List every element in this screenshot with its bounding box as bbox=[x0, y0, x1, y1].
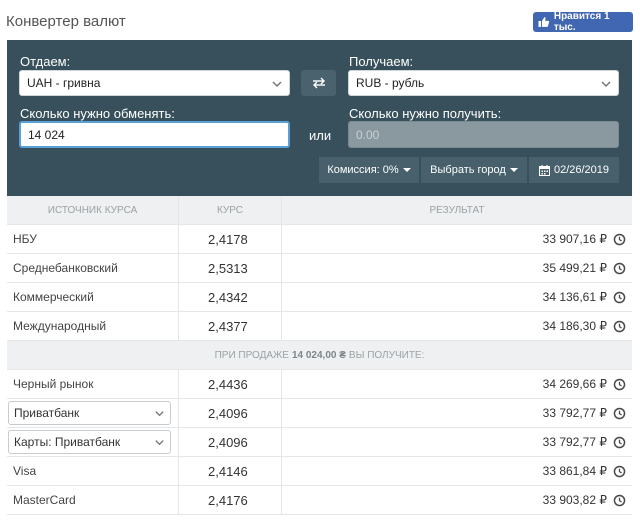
result-cell: 33 903,82 ₽ bbox=[281, 486, 632, 514]
amount-input[interactable]: 14 024 bbox=[19, 121, 290, 148]
give-currency-value: UAH - гривна bbox=[27, 76, 101, 90]
table-row: MasterCard 2,4176 33 903,82 ₽ bbox=[7, 486, 632, 515]
result-value: 33 903,82 ₽ bbox=[542, 493, 607, 507]
rate-cell: 2,4342 bbox=[178, 283, 281, 311]
result-cell: 34 136,61 ₽ bbox=[281, 283, 632, 311]
sell-suffix: ВЫ ПОЛУЧИТЕ: bbox=[348, 349, 425, 361]
receive-input[interactable]: 0.00 bbox=[348, 121, 619, 148]
table-row: Среднебанковский 2,5313 35 499,21 ₽ bbox=[7, 254, 632, 283]
source-cell: Коммерческий bbox=[13, 290, 94, 304]
chevron-down-icon bbox=[272, 81, 282, 88]
receive-label: Сколько нужно получить: bbox=[349, 106, 502, 121]
source-cell: Среднебанковский bbox=[13, 261, 118, 275]
header-source: ИСТОЧНИК КУРСА bbox=[47, 204, 138, 216]
rate-cell: 2,4096 bbox=[178, 428, 281, 456]
result-cell: 34 269,66 ₽ bbox=[281, 370, 632, 398]
table-row: Коммерческий 2,4342 34 136,61 ₽ bbox=[7, 283, 632, 312]
like-label: Нравится 1 тыс. bbox=[553, 11, 610, 33]
result-value: 35 499,21 ₽ bbox=[542, 261, 607, 275]
rate-cell: 2,4146 bbox=[178, 457, 281, 485]
source-cell: НБУ bbox=[13, 232, 37, 246]
header: Конвертер валют Нравится 1 тыс. bbox=[0, 0, 640, 40]
city-label: Выбрать город bbox=[430, 164, 506, 176]
clock-icon[interactable] bbox=[613, 262, 626, 275]
clock-icon[interactable] bbox=[613, 291, 626, 304]
table-row: Международный 2,4377 34 186,30 ₽ bbox=[7, 312, 632, 341]
bank-select-value: Карты: Приватбанк bbox=[14, 435, 121, 449]
source-cell: Черный рынок bbox=[13, 377, 94, 391]
table-row: Приватбанк 2,4096 33 792,77 ₽ bbox=[7, 399, 632, 428]
swap-icon bbox=[312, 77, 325, 89]
city-dropdown[interactable]: Выбрать город bbox=[421, 157, 527, 183]
date-picker[interactable]: 02/26/2019 bbox=[529, 157, 619, 183]
get-currency-value: RUB - рубль bbox=[356, 76, 425, 90]
result-value: 34 186,30 ₽ bbox=[542, 319, 607, 333]
clock-icon[interactable] bbox=[613, 465, 626, 478]
rate-cell: 2,4436 bbox=[178, 370, 281, 398]
date-label: 02/26/2019 bbox=[553, 164, 610, 176]
clock-icon[interactable] bbox=[613, 378, 626, 391]
rate-cell: 2,4176 bbox=[178, 486, 281, 514]
rate-cell: 2,4377 bbox=[178, 312, 281, 340]
bank-select[interactable]: Карты: Приватбанк bbox=[8, 430, 171, 454]
commission-dropdown[interactable]: Комиссия: 0% bbox=[319, 157, 419, 183]
result-value: 33 907,16 ₽ bbox=[542, 232, 607, 246]
caret-down-icon bbox=[402, 168, 411, 172]
result-value: 34 136,61 ₽ bbox=[542, 290, 607, 304]
chevron-down-icon bbox=[155, 411, 164, 417]
rate-cell: 2,5313 bbox=[178, 254, 281, 282]
result-cell: 34 186,30 ₽ bbox=[281, 312, 632, 340]
commission-label: Комиссия: 0% bbox=[327, 164, 399, 176]
bank-select[interactable]: Приватбанк bbox=[8, 401, 171, 425]
clock-icon[interactable] bbox=[613, 233, 626, 246]
facebook-like-button[interactable]: Нравится 1 тыс. bbox=[533, 11, 633, 33]
receive-placeholder: 0.00 bbox=[356, 127, 380, 142]
result-value: 33 792,77 ₽ bbox=[542, 435, 607, 449]
chevron-down-icon bbox=[155, 440, 164, 446]
header-result: РЕЗУЛЬТАТ bbox=[281, 196, 632, 224]
table-row: Карты: Приватбанк 2,4096 33 792,77 ₽ bbox=[7, 428, 632, 457]
thumbs-up-icon bbox=[538, 17, 550, 27]
table-row: НБУ 2,4178 33 907,16 ₽ bbox=[7, 225, 632, 254]
source-cell: Карты: Приватбанк bbox=[7, 428, 178, 456]
bank-select-value: Приватбанк bbox=[14, 406, 80, 420]
result-value: 34 269,66 ₽ bbox=[542, 377, 607, 391]
result-cell: 33 792,77 ₽ bbox=[281, 428, 632, 456]
swap-currencies-button[interactable] bbox=[301, 70, 336, 96]
give-currency-select[interactable]: UAH - гривна bbox=[19, 70, 290, 96]
rate-cell: 2,4096 bbox=[178, 399, 281, 427]
page-title: Конвертер валют bbox=[6, 13, 126, 30]
rate-cell: 2,4178 bbox=[178, 225, 281, 253]
clock-icon[interactable] bbox=[613, 407, 626, 420]
source-cell: Приватбанк bbox=[7, 399, 178, 427]
header-rate: КУРС bbox=[178, 196, 281, 224]
amount-label: Сколько нужно обменять: bbox=[20, 106, 175, 121]
result-cell: 33 792,77 ₽ bbox=[281, 399, 632, 427]
table-header: ИСТОЧНИК КУРСА КУРС РЕЗУЛЬТАТ bbox=[7, 196, 632, 225]
clock-icon[interactable] bbox=[613, 494, 626, 507]
calendar-icon bbox=[538, 164, 550, 176]
result-cell: 35 499,21 ₽ bbox=[281, 254, 632, 282]
amount-value: 14 024 bbox=[28, 127, 65, 142]
chevron-down-icon bbox=[601, 81, 611, 88]
sell-prefix: ПРИ ПРОДАЖЕ bbox=[214, 349, 289, 361]
result-cell: 33 861,84 ₽ bbox=[281, 457, 632, 485]
result-cell: 33 907,16 ₽ bbox=[281, 225, 632, 253]
caret-down-icon bbox=[509, 168, 518, 172]
give-label: Отдаем: bbox=[20, 54, 71, 69]
source-cell: MasterCard bbox=[13, 493, 76, 507]
get-label: Получаем: bbox=[349, 54, 414, 69]
source-cell: Visa bbox=[13, 464, 37, 478]
result-value: 33 861,84 ₽ bbox=[542, 464, 607, 478]
or-label: или bbox=[309, 128, 332, 143]
sell-amount: 14 024,00 ₴ bbox=[291, 349, 346, 361]
result-value: 33 792,77 ₽ bbox=[542, 406, 607, 420]
clock-icon[interactable] bbox=[613, 320, 626, 333]
clock-icon[interactable] bbox=[613, 436, 626, 449]
sell-info-row: ПРИ ПРОДАЖЕ 14 024,00 ₴ ВЫ ПОЛУЧИТЕ: bbox=[7, 341, 632, 370]
get-currency-select[interactable]: RUB - рубль bbox=[348, 70, 619, 96]
source-cell: Международный bbox=[13, 319, 107, 333]
table-row: Черный рынок 2,4436 34 269,66 ₽ bbox=[7, 370, 632, 399]
table-row: Visa 2,4146 33 861,84 ₽ bbox=[7, 457, 632, 486]
